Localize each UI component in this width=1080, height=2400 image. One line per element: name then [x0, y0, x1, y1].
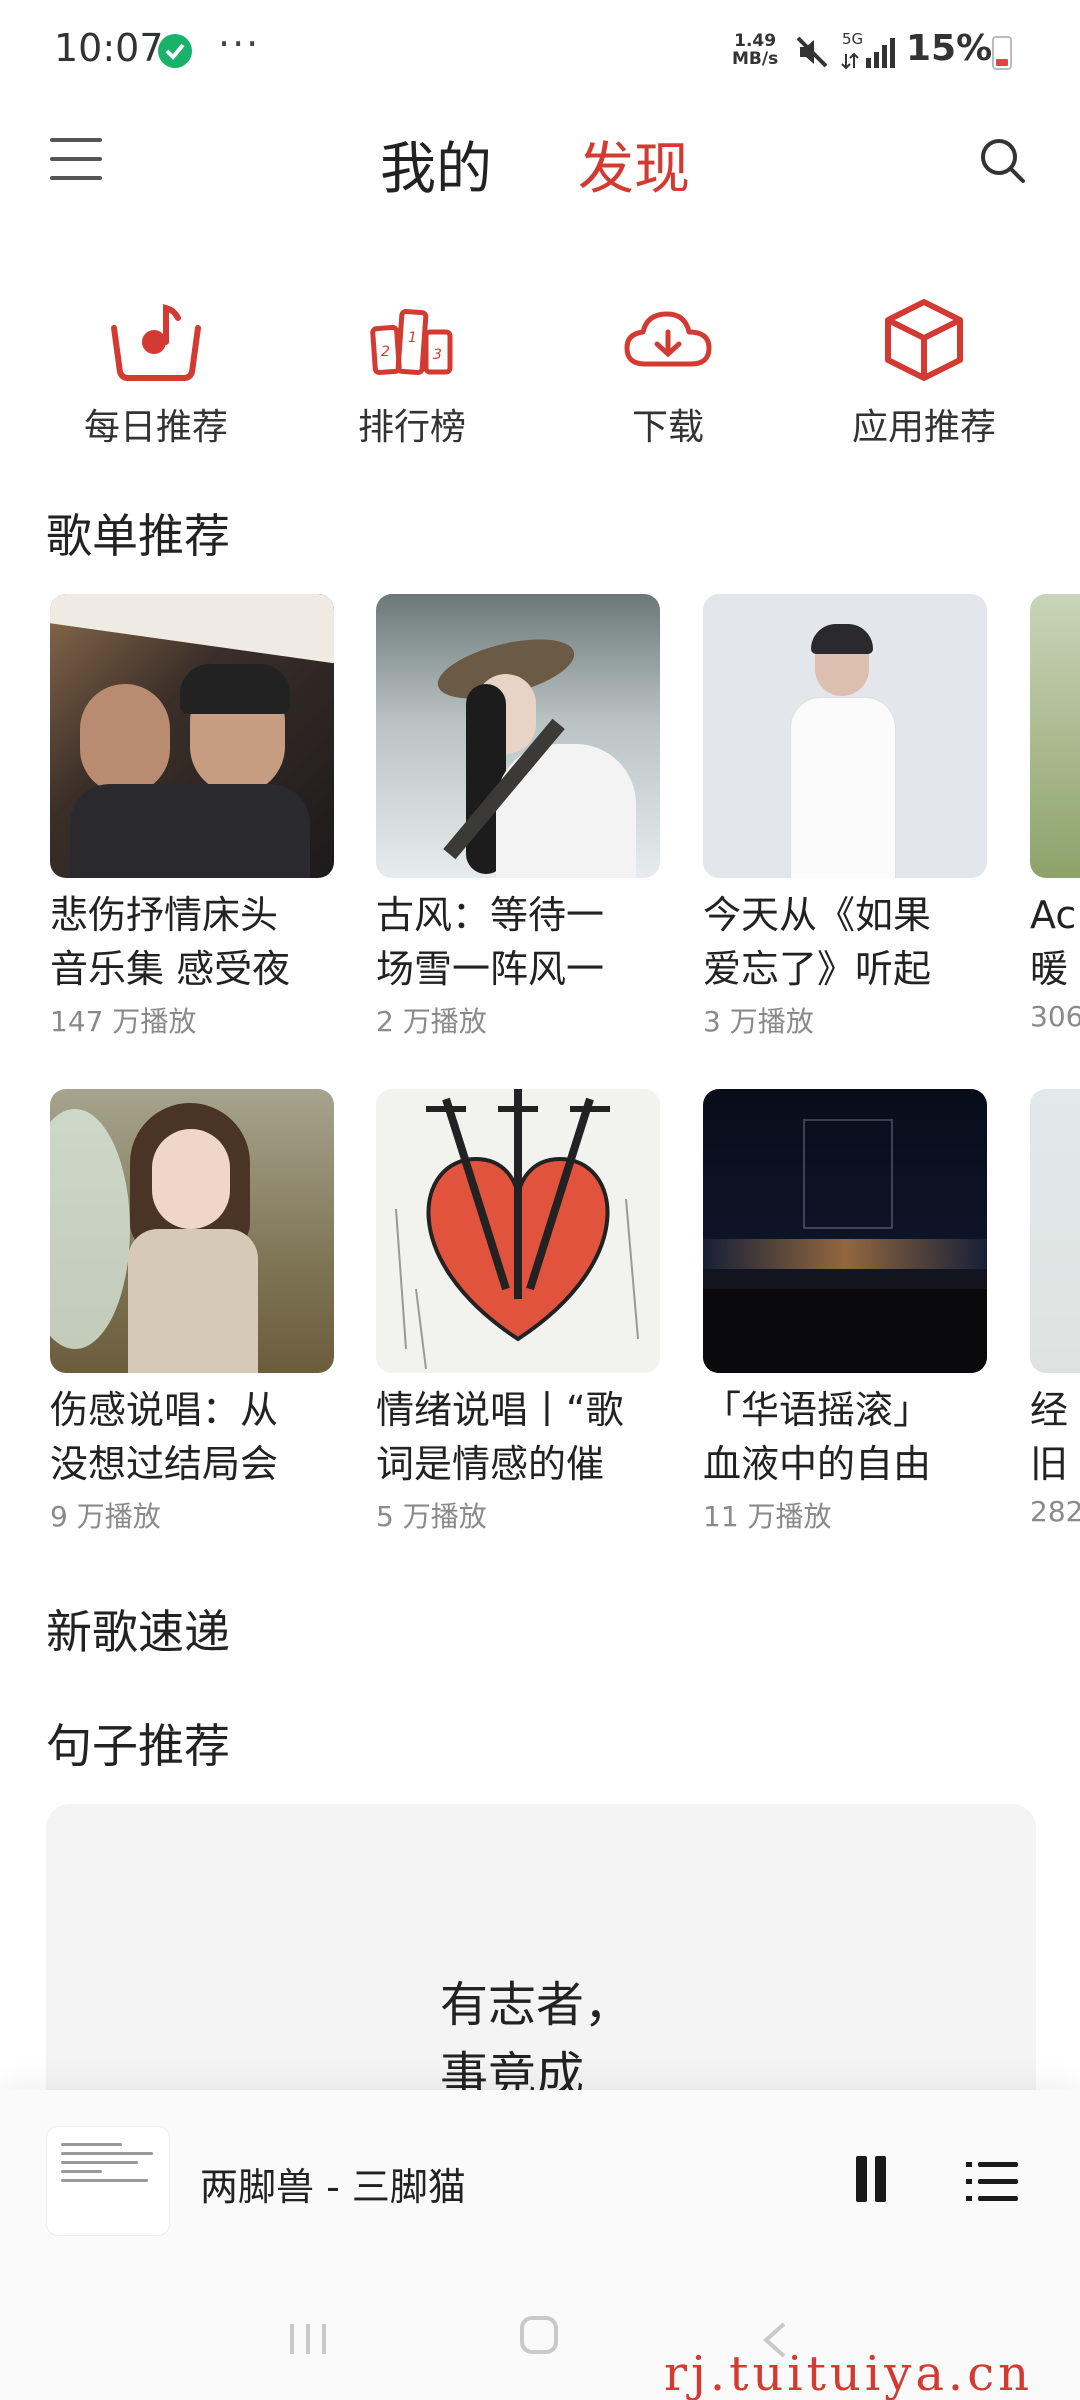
daily-recommend-icon: [56, 290, 256, 390]
rankings-icon: 2 1 3: [312, 290, 512, 390]
playlist-cover: [1030, 594, 1080, 878]
recent-apps-icon[interactable]: [286, 2322, 330, 2360]
sentence-line: 有志者，: [440, 1977, 633, 2033]
playlist-cover: [703, 594, 987, 878]
playlist-card[interactable]: 古风：等待一 场雪一阵风一 2 万播放: [376, 594, 660, 1040]
quick-label: 下载: [631, 407, 704, 448]
status-bar: 10:07 ··· 1.49 MB/s 5G 15%: [0, 0, 1080, 100]
section-title-new-songs[interactable]: 新歌速递: [46, 1596, 230, 1662]
sentence-card[interactable]: 有志者， 事竟成: [46, 1804, 1036, 2124]
menu-icon[interactable]: [50, 138, 102, 182]
more-notifications-icon: ···: [218, 22, 261, 66]
playlist-play-count: 3 万播放: [703, 1005, 814, 1038]
watermark: rj.tuituiya.cn: [664, 2346, 1033, 2400]
tab-mine[interactable]: 我的: [380, 124, 492, 205]
quick-app-recommend[interactable]: 应用推荐: [824, 290, 1024, 450]
playlist-card[interactable]: Ac 暖 306: [1030, 594, 1080, 1033]
playlist-title: 今天从《如果 爱忘了》听起: [703, 893, 932, 991]
section-title-sentences: 句子推荐: [46, 1719, 230, 1773]
svg-text:3: 3: [433, 347, 442, 363]
playlist-title: 伤感说唱：从 没想过结局会: [50, 1388, 279, 1486]
playlist-play-count: 2 万播放: [376, 1005, 487, 1038]
network-speed-value: 1.49: [734, 31, 777, 51]
pause-icon[interactable]: [856, 2156, 886, 2202]
cloud-download-icon: [568, 290, 768, 390]
playlist-title: 悲伤抒情床头 音乐集 感受夜: [50, 893, 291, 991]
playlist-play-count: 306: [1030, 1000, 1080, 1033]
playlist-cover: [703, 1089, 987, 1373]
sentence-text: 有志者， 事竟成: [440, 1970, 632, 2110]
playlist-cover: [50, 1089, 334, 1373]
now-playing-title: 两脚兽 - 三脚猫: [200, 2165, 466, 2209]
playlist-card[interactable]: 「华语摇滚」 血液中的自由 11 万播放: [703, 1089, 987, 1535]
playlist-title: Ac 暖: [1030, 893, 1077, 991]
status-time: 10:07: [54, 26, 164, 70]
playlist-cover: [1030, 1089, 1080, 1373]
network-speed: 1.49 MB/s: [732, 32, 778, 68]
playlist-play-count: 5 万播放: [376, 1500, 487, 1533]
playlist-play-count: 11 万播放: [703, 1500, 832, 1533]
quick-daily-recommend[interactable]: 每日推荐: [56, 290, 256, 450]
playlist-play-count: 282: [1030, 1495, 1080, 1528]
svg-text:2: 2: [381, 344, 390, 360]
tab-discover[interactable]: 发现: [578, 124, 690, 205]
playlist-card[interactable]: 今天从《如果 爱忘了》听起 3 万播放: [703, 594, 987, 1040]
playlist-cover: [376, 594, 660, 878]
svg-text:1: 1: [408, 330, 417, 346]
playlist-card[interactable]: 经旧 282: [1030, 1089, 1080, 1528]
battery-icon: [992, 36, 1012, 70]
playlist-title: 经旧: [1030, 1388, 1069, 1486]
playlist-title: 古风：等待一 场雪一阵风一: [376, 893, 605, 991]
home-icon[interactable]: [520, 2316, 558, 2354]
playlist-play-count: 147 万播放: [50, 1005, 197, 1038]
battery-percentage: 15%: [906, 28, 993, 69]
playlist-card[interactable]: 伤感说唱：从 没想过结局会 9 万播放: [50, 1089, 334, 1535]
playlist-title: 情绪说唱丨“歌 词是情感的催: [376, 1388, 624, 1486]
quick-label: 排行榜: [357, 407, 466, 448]
playlist-title: 「华语摇滚」 血液中的自由: [703, 1388, 932, 1486]
quick-entries: 每日推荐 2 1 3 排行榜 下载 应用推荐: [0, 290, 1080, 460]
section-title-playlists: 歌单推荐: [46, 509, 230, 563]
playlist-card[interactable]: 悲伤抒情床头 音乐集 感受夜 147 万播放: [50, 594, 334, 1040]
mute-icon: [794, 34, 830, 74]
playlist-cover: [376, 1089, 660, 1373]
network-speed-unit: MB/s: [732, 49, 779, 69]
playlist-card[interactable]: 情绪说唱丨“歌 词是情感的催 5 万播放: [376, 1089, 660, 1535]
quick-download[interactable]: 下载: [568, 290, 768, 450]
top-header: 我的 发现: [0, 110, 1080, 210]
network-type: 5G: [842, 30, 863, 48]
quick-label: 应用推荐: [851, 407, 996, 448]
mini-player[interactable]: 两脚兽 - 三脚猫: [0, 2090, 1080, 2270]
security-shield-icon: [158, 34, 192, 68]
now-playing-cover: [46, 2126, 170, 2236]
quick-rankings[interactable]: 2 1 3 排行榜: [312, 290, 512, 450]
quick-label: 每日推荐: [83, 407, 228, 448]
search-icon[interactable]: [978, 136, 1028, 190]
playlist-cover: [50, 594, 334, 878]
signal-icon: 5G: [840, 30, 900, 76]
app-box-icon: [824, 290, 1024, 390]
playlist-queue-icon[interactable]: [966, 2160, 1018, 2208]
playlist-play-count: 9 万播放: [50, 1500, 161, 1533]
